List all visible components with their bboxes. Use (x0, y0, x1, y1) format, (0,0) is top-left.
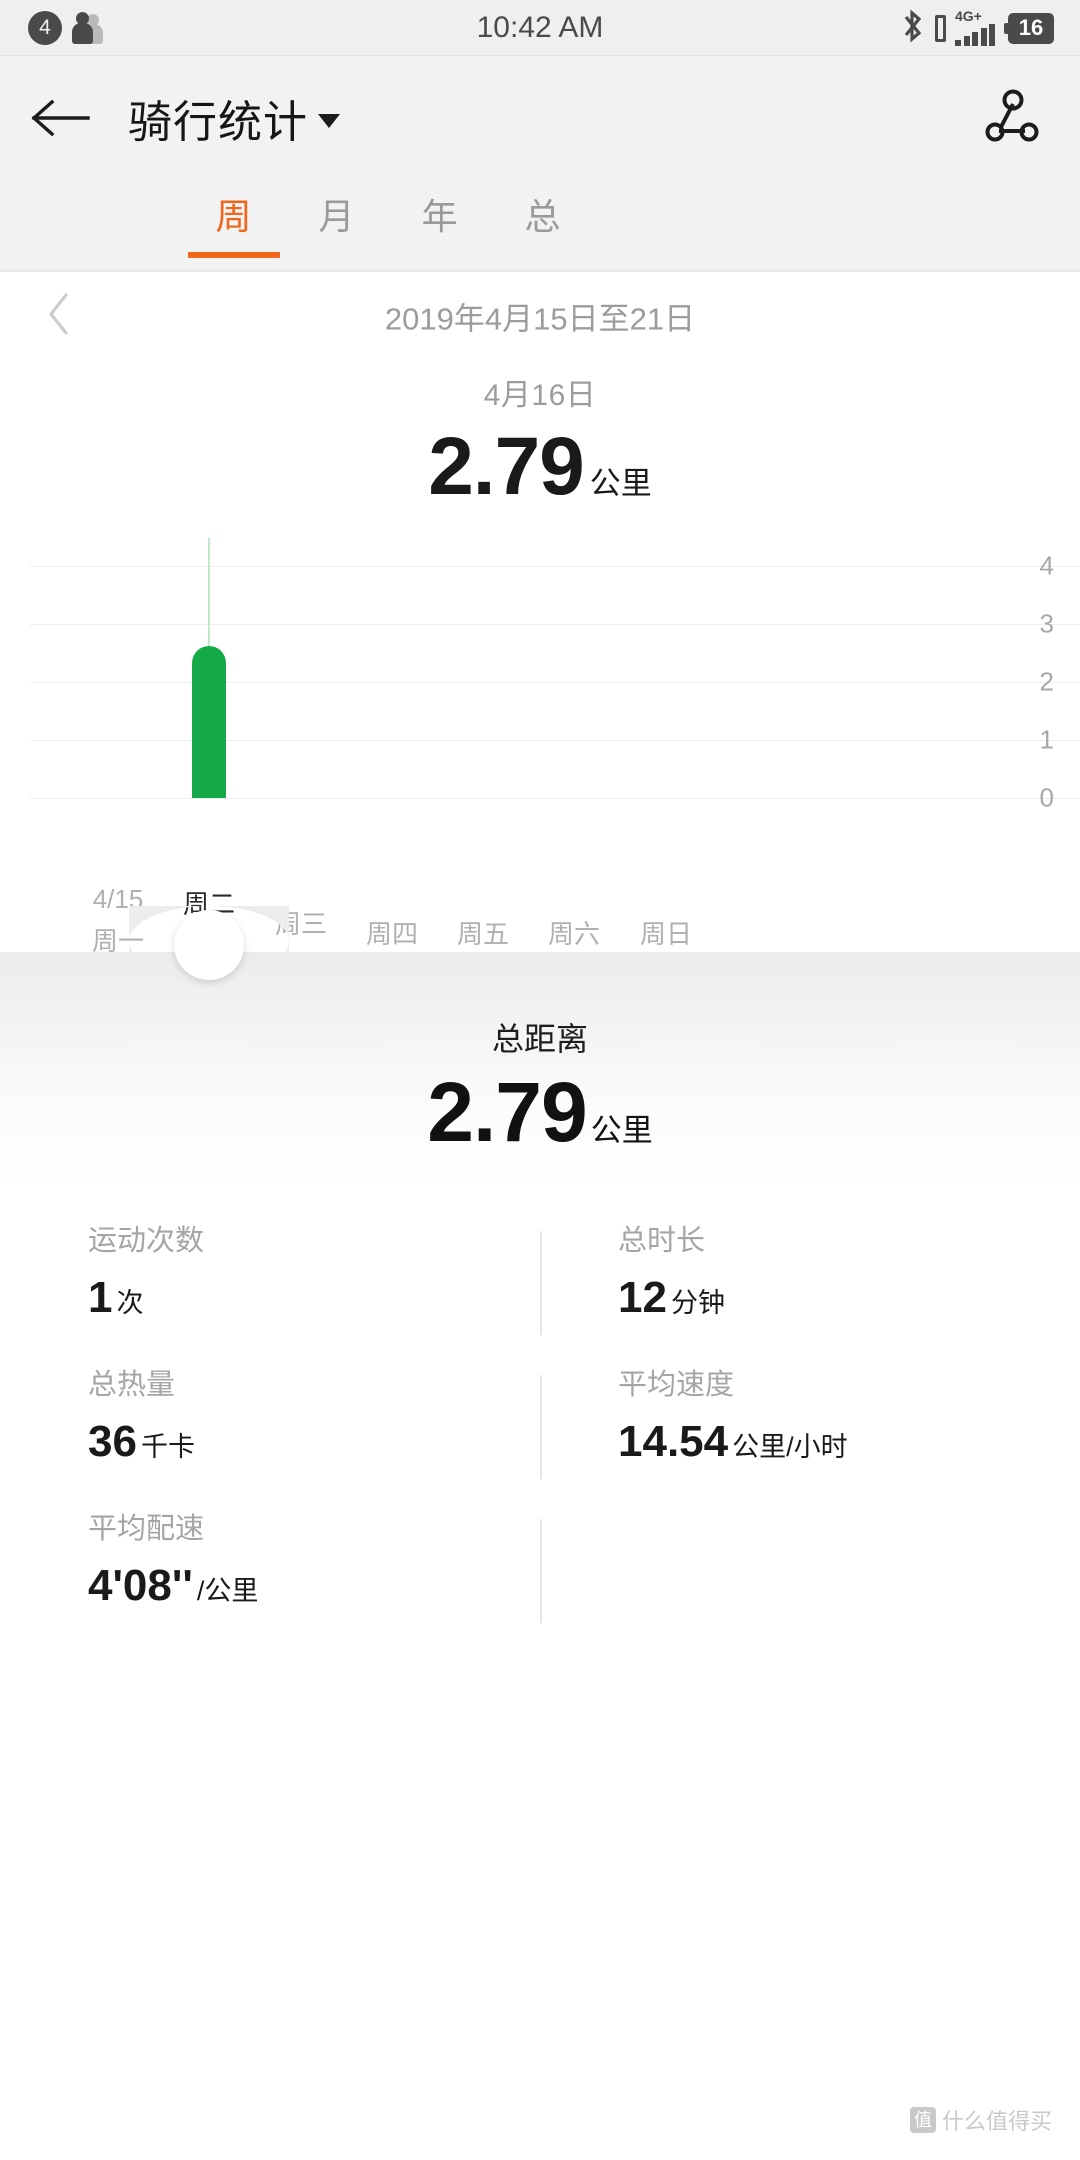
total-distance-number: 2.79 (427, 1065, 587, 1159)
x-axis-label-text: 周五 (456, 919, 510, 949)
x-axis-label-text: 周六 (547, 919, 601, 949)
chart-baseline (30, 798, 1080, 799)
cellular-signal-icon: 4G+ (955, 8, 995, 46)
total-distance-label: 总距离 (491, 1021, 588, 1057)
total-distance-value: 2.79 公里 (0, 1064, 1080, 1161)
stat-total-duration: 总时长 12 分钟 (540, 1217, 1080, 1361)
chart-ytick-2: 2 (1039, 666, 1054, 697)
stat-number: 12 (618, 1273, 667, 1322)
stat-average-speed: 平均速度 14.54 公里/小时 (540, 1361, 1080, 1505)
x-axis-label-thursday[interactable]: 周四 (366, 914, 418, 951)
share-button[interactable] (974, 80, 1050, 156)
chart-bar-tuesday[interactable] (192, 646, 226, 798)
day-selector-handle[interactable] (174, 910, 244, 980)
stat-value: 12 分钟 (618, 1273, 1080, 1323)
watermark-badge: 值 (909, 2107, 936, 2133)
chart-ytick-1: 1 (1039, 724, 1054, 755)
back-button[interactable] (26, 83, 96, 153)
stat-unit: 分钟 (670, 1288, 725, 1318)
stat-unit: 千卡 (140, 1432, 195, 1462)
stat-total-calories: 总热量 36 千卡 (0, 1361, 540, 1505)
selected-day-summary: 4月16日 2.79 公里 (0, 360, 1080, 514)
page-title-dropdown[interactable]: 骑行统计 (128, 86, 340, 150)
stat-label: 平均配速 (88, 1513, 205, 1545)
page-title: 骑行统计 (128, 98, 308, 147)
week-range-label: 2019年4月15日至21日 (384, 301, 696, 337)
total-distance-unit: 公里 (590, 1113, 653, 1148)
x-axis-label-saturday[interactable]: 周六 (548, 914, 600, 951)
chart-gridline (30, 566, 1080, 567)
stat-number: 36 (88, 1417, 137, 1466)
stat-workout-count: 运动次数 1 次 (0, 1217, 540, 1361)
chart-selection-guide (208, 538, 210, 648)
stat-value: 14.54 公里/小时 (618, 1417, 1080, 1467)
arrow-left-icon (30, 96, 92, 140)
stat-unit: /公里 (196, 1576, 259, 1606)
week-navigator: 2019年4月15日至21日 (0, 272, 1080, 360)
app-bar: 骑行统计 (0, 56, 1080, 180)
stat-number: 4'08'' (88, 1561, 193, 1610)
summary-panel: 总距离 2.79 公里 运动次数 1 次 总时长 12 分钟 总热量 36 千卡… (0, 910, 1080, 1649)
weekly-distance-chart[interactable]: 4 3 2 1 0 (0, 538, 1080, 836)
tab-total[interactable]: 总 (491, 180, 594, 272)
x-axis-label-friday[interactable]: 周五 (457, 914, 509, 951)
chart-ytick-4: 4 (1039, 550, 1054, 581)
period-tabs-inner: 周 月 年 总 (182, 180, 594, 272)
selected-day-number: 2.79 (428, 421, 585, 512)
chart-gridline (30, 682, 1080, 683)
chart-ytick-3: 3 (1039, 608, 1054, 639)
status-bar-right: 4G+ 16 (900, 0, 1054, 56)
app-root: 4 10:42 AM 4G+ 16 骑行统计 周 月 年 总 2019年4月15… (0, 0, 1080, 2160)
bluetooth-icon (900, 9, 926, 48)
tab-week[interactable]: 周 (182, 180, 285, 272)
selected-day-unit: 公里 (589, 466, 652, 501)
chart-gridline (30, 740, 1080, 741)
stat-unit: 次 (116, 1288, 144, 1318)
stat-empty-cell (540, 1505, 1080, 1649)
stat-label: 运动次数 (88, 1225, 205, 1257)
chart-gridline (30, 624, 1080, 625)
total-distance-block: 总距离 2.79 公里 (0, 962, 1080, 1161)
battery-level-label: 16 (1008, 12, 1054, 44)
tab-month[interactable]: 月 (285, 180, 388, 272)
period-tabs: 周 月 年 总 (0, 180, 1080, 272)
stat-label: 总热量 (88, 1369, 176, 1401)
stat-number: 14.54 (618, 1417, 729, 1466)
selected-day-date: 4月16日 (483, 379, 597, 412)
caret-down-icon (318, 114, 340, 128)
status-bar: 4 10:42 AM 4G+ 16 (0, 0, 1080, 56)
stats-row: 平均配速 4'08'' /公里 (0, 1505, 1080, 1649)
stat-value: 1 次 (88, 1273, 540, 1323)
stat-value: 36 千卡 (88, 1417, 540, 1467)
x-axis-label-text: 周四 (365, 919, 419, 949)
stat-value: 4'08'' /公里 (88, 1561, 540, 1611)
stat-label: 总时长 (618, 1225, 706, 1257)
tab-month-label: 月 (318, 196, 355, 237)
share-nodes-icon (983, 87, 1041, 150)
battery-icon: 16 (1004, 12, 1054, 44)
tab-year-label: 年 (421, 196, 458, 237)
network-type-label: 4G+ (955, 8, 982, 24)
sim-card-icon (935, 14, 946, 42)
watermark: 值 什么值得买 (909, 2104, 1052, 2136)
tab-active-underline (187, 252, 280, 258)
tab-total-label: 总 (524, 196, 561, 237)
stat-label: 平均速度 (618, 1369, 735, 1401)
tab-year[interactable]: 年 (388, 180, 491, 272)
x-axis-label-text: 周日 (639, 919, 693, 949)
x-axis-label-sunday[interactable]: 周日 (640, 914, 692, 951)
tab-week-label: 周 (215, 196, 252, 237)
stats-grid: 运动次数 1 次 总时长 12 分钟 总热量 36 千卡 平均速度 14.54 … (0, 1217, 1080, 1649)
watermark-text: 什么值得买 (941, 2109, 1052, 2134)
chart-ytick-0: 0 (1039, 782, 1054, 813)
stat-unit: 公里/小时 (732, 1432, 848, 1462)
selected-day-value: 2.79 公里 (0, 420, 1080, 514)
stat-average-pace: 平均配速 4'08'' /公里 (0, 1505, 540, 1649)
stats-row: 总热量 36 千卡 平均速度 14.54 公里/小时 (0, 1361, 1080, 1505)
stats-row: 运动次数 1 次 总时长 12 分钟 (0, 1217, 1080, 1361)
stat-number: 1 (88, 1273, 113, 1322)
